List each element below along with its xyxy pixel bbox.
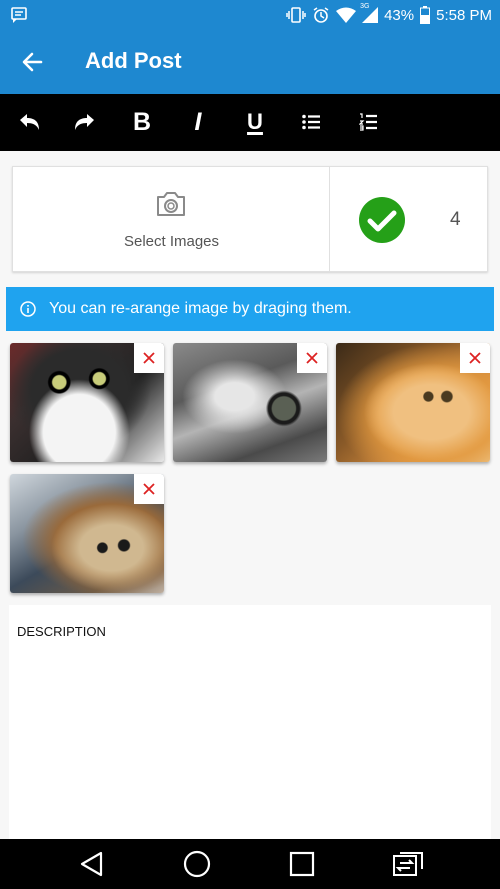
app-bar: Add Post — [0, 30, 500, 94]
alarm-icon — [312, 6, 330, 24]
image-thumbnail[interactable] — [10, 474, 164, 593]
underline-label: U — [247, 109, 263, 134]
remove-image-button[interactable] — [460, 343, 490, 373]
undo-icon — [20, 114, 39, 130]
redo-button[interactable] — [65, 102, 105, 142]
italic-button[interactable]: I — [178, 102, 218, 142]
select-images-label: Select Images — [123, 233, 220, 250]
remove-image-button[interactable] — [134, 474, 164, 504]
select-images-button[interactable]: Select Images — [13, 167, 330, 271]
bullet-list-icon — [302, 114, 320, 130]
close-icon — [469, 352, 481, 364]
undo-button[interactable] — [9, 102, 49, 142]
image-thumbnail[interactable] — [336, 343, 490, 462]
arrow-back-icon — [22, 52, 43, 72]
back-triangle-icon — [80, 851, 103, 877]
editor-toolbar: B I U — [0, 94, 500, 151]
numbered-list-icon — [359, 113, 377, 131]
clock: 5:58 PM — [436, 6, 492, 24]
check-circle-icon — [358, 196, 406, 249]
system-nav-bar — [0, 839, 500, 889]
nav-home-button[interactable] — [181, 849, 213, 879]
remove-image-button[interactable] — [134, 343, 164, 373]
info-icon — [20, 301, 36, 317]
nav-switch-app-button[interactable] — [392, 849, 424, 879]
numbered-list-button[interactable] — [348, 102, 388, 142]
info-text: You can re-arange image by draging them. — [49, 300, 352, 317]
image-thumbnail[interactable] — [10, 343, 164, 462]
status-bar: 3G 43% 5:58 PM — [0, 0, 500, 30]
close-icon — [143, 352, 155, 364]
signal-icon: 3G — [360, 3, 379, 23]
nav-back-button[interactable] — [76, 849, 108, 879]
recents-square-icon — [289, 851, 315, 877]
close-icon — [306, 352, 318, 364]
close-icon — [143, 483, 155, 495]
page-title: Add Post — [85, 48, 182, 73]
notification-icon — [10, 6, 28, 29]
selected-count: 4 — [450, 209, 461, 230]
remove-image-button[interactable] — [297, 343, 327, 373]
camera-icon — [155, 191, 187, 222]
bold-label: B — [132, 107, 152, 136]
underline-button[interactable]: U — [235, 102, 275, 142]
wifi-icon — [336, 7, 357, 23]
image-picker-card: Select Images 4 — [12, 166, 488, 272]
redo-icon — [75, 114, 94, 130]
bullet-list-button[interactable] — [291, 102, 331, 142]
selected-count-area: 4 — [330, 167, 488, 271]
description-input[interactable] — [9, 645, 491, 835]
battery-icon — [420, 6, 431, 24]
info-banner: You can re-arange image by draging them. — [6, 287, 494, 331]
description-label: DESCRIPTION — [17, 624, 106, 639]
switch-app-icon — [393, 852, 423, 876]
battery-percent: 43% — [384, 6, 415, 24]
description-card: DESCRIPTION — [9, 605, 491, 839]
vibrate-icon — [286, 6, 306, 24]
italic-label: I — [194, 107, 202, 136]
network-type-label: 3G — [360, 3, 370, 10]
bold-button[interactable]: B — [122, 102, 162, 142]
image-thumbnail[interactable] — [173, 343, 327, 462]
back-button[interactable] — [14, 44, 50, 80]
nav-recents-button[interactable] — [286, 849, 318, 879]
home-circle-icon — [183, 850, 211, 878]
